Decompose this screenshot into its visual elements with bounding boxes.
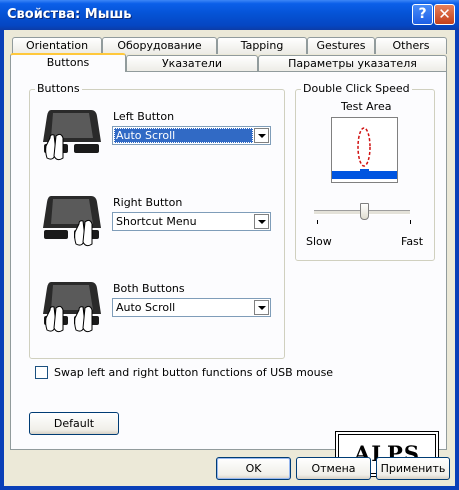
tab-pointers[interactable]: Указатели xyxy=(126,55,258,72)
buttons-group-title: Buttons xyxy=(35,82,82,95)
both-buttons-mouse-icon xyxy=(43,282,101,333)
double-click-speed-group: Double Click Speed Test Area Slow Fast xyxy=(295,82,435,261)
cancel-button-label: Отмена xyxy=(311,462,356,475)
question-mark-icon: ? xyxy=(418,6,427,22)
title-bar[interactable]: Свойства: Мышь ? ✕ xyxy=(0,0,459,30)
dialog-client-area: Orientation Оборудование Tapping Gesture… xyxy=(4,30,455,486)
test-area-label: Test Area xyxy=(341,100,392,113)
ok-button[interactable]: OK xyxy=(216,457,291,480)
ok-button-label: OK xyxy=(245,462,262,475)
tab-others[interactable]: Others xyxy=(375,37,447,54)
both-buttons-dropdown[interactable]: Auto Scroll xyxy=(112,298,271,317)
tab-gestures[interactable]: Gestures xyxy=(307,37,375,54)
tab-label: Указатели xyxy=(161,57,223,70)
tab-label: Tapping xyxy=(240,39,284,52)
slider-tick xyxy=(317,220,318,224)
test-area[interactable] xyxy=(331,117,398,183)
close-button[interactable]: ✕ xyxy=(434,4,455,25)
left-button-label: Left Button xyxy=(113,110,175,123)
tab-orientation[interactable]: Orientation xyxy=(12,37,102,54)
buttons-group: Buttons Left Button Auto Scroll Right Bu… xyxy=(29,82,285,359)
default-button[interactable]: Default xyxy=(29,412,119,435)
both-buttons-label: Both Buttons xyxy=(113,282,185,295)
tab-panel: Buttons Left Button Auto Scroll Right Bu… xyxy=(10,71,447,477)
right-button-dropdown[interactable]: Shortcut Menu xyxy=(112,212,271,231)
swap-buttons-label[interactable]: Swap left and right button functions of … xyxy=(54,366,333,379)
window-title: Свойства: Мышь xyxy=(7,7,132,22)
help-button[interactable]: ? xyxy=(412,4,433,25)
slider-tick xyxy=(410,220,411,224)
tab-hardware[interactable]: Оборудование xyxy=(102,37,217,54)
apply-button[interactable]: Применить xyxy=(376,457,450,480)
tab-label: Others xyxy=(392,39,430,52)
chevron-down-icon[interactable] xyxy=(254,300,269,315)
mouse-properties-window: Свойства: Мышь ? ✕ Orientation Оборудова… xyxy=(0,0,459,490)
right-button-mouse-icon xyxy=(43,196,101,247)
close-icon: ✕ xyxy=(438,5,451,23)
default-button-label: Default xyxy=(53,417,95,430)
right-button-label: Right Button xyxy=(113,196,183,209)
slow-label: Slow xyxy=(306,235,332,248)
right-button-value: Shortcut Menu xyxy=(116,215,197,228)
tab-label: Gestures xyxy=(316,39,366,52)
tab-buttons[interactable]: Buttons xyxy=(10,53,126,72)
cancel-button[interactable]: Отмена xyxy=(296,457,371,480)
swap-buttons-checkbox[interactable] xyxy=(35,366,48,379)
left-button-dropdown[interactable]: Auto Scroll xyxy=(112,126,271,145)
chevron-down-icon[interactable] xyxy=(254,128,269,143)
tab-label: Оборудование xyxy=(117,39,202,52)
test-area-graphic xyxy=(332,127,397,179)
tab-label: Параметры указателя xyxy=(288,57,417,70)
apply-button-label: Применить xyxy=(380,462,446,475)
tab-label: Buttons xyxy=(46,56,90,69)
left-button-mouse-icon xyxy=(43,110,101,161)
tab-pointer-options[interactable]: Параметры указателя xyxy=(258,55,447,72)
left-button-value: Auto Scroll xyxy=(114,128,253,143)
tab-label: Orientation xyxy=(25,39,89,52)
both-buttons-value: Auto Scroll xyxy=(116,301,176,314)
fast-label: Fast xyxy=(401,235,424,248)
tab-tapping[interactable]: Tapping xyxy=(217,37,307,54)
double-click-speed-title: Double Click Speed xyxy=(301,82,412,95)
double-click-speed-slider-thumb[interactable] xyxy=(360,203,369,220)
chevron-down-icon[interactable] xyxy=(254,214,269,229)
